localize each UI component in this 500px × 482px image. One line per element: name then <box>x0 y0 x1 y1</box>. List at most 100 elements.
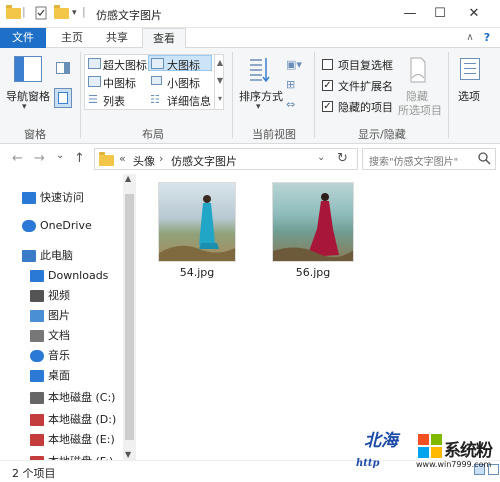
medium-icons-icon <box>88 76 101 87</box>
back-button[interactable]: ← <box>12 151 23 166</box>
drive-icon <box>30 434 44 446</box>
minimize-button[interactable]: — <box>394 0 426 28</box>
sidebar-item[interactable]: 本地磁盘 (D:) <box>0 410 123 430</box>
sidebar-item-label: 桌面 <box>48 369 70 382</box>
add-columns-icon[interactable]: ⊞ <box>286 78 295 91</box>
preview-pane-icon[interactable] <box>56 62 70 74</box>
ribbon: 导航窗格 ▾ 窗格 超大图标 大图标 中图标 小图标 ☰ 列表 ☷ 详细信息 ▲… <box>0 48 500 144</box>
layout-medium[interactable]: 中图标 <box>103 75 136 91</box>
picture-icon <box>30 310 44 322</box>
folder-icon <box>6 5 21 22</box>
sidebar-item-label: 本地磁盘 (F:) <box>48 452 113 460</box>
details-pane-icon[interactable] <box>54 88 72 108</box>
group-label-layout: 布局 <box>142 128 164 141</box>
layout-scroll[interactable]: ▲ ▼ ▾ <box>214 54 225 110</box>
sidebar-item[interactable]: 视频 <box>0 286 123 306</box>
collapse-ribbon-icon[interactable]: ∧ <box>464 28 476 48</box>
breadcrumb-headshot[interactable]: 头像 <box>133 153 155 169</box>
sort-by-button[interactable]: 排序方式 <box>239 88 283 104</box>
sidebar-item-label: 快速访问 <box>40 191 84 204</box>
layout-extra-large[interactable]: 超大图标 <box>103 57 147 73</box>
item-checkboxes-checkbox[interactable] <box>322 59 333 70</box>
up-button[interactable]: ↑ <box>74 151 85 166</box>
sidebar-item[interactable]: 本地磁盘 (C:) <box>0 388 123 408</box>
sidebar-item[interactable]: Downloads <box>0 266 123 286</box>
ribbon-tabs: 文件 主页 共享 查看 ∧ ? <box>0 28 500 49</box>
forward-button[interactable]: → <box>34 151 45 166</box>
windows-logo-icon <box>418 434 442 458</box>
new-folder-icon[interactable] <box>54 5 69 22</box>
search-input[interactable]: 搜索"仿感文字图片" <box>362 148 496 170</box>
sidebar-item[interactable]: 此电脑 <box>0 246 123 266</box>
hide-selected-icon[interactable] <box>408 56 428 84</box>
size-columns-icon[interactable]: ⇔ <box>286 98 295 111</box>
file-extensions-label: 文件扩展名 <box>338 80 393 93</box>
group-label-current-view: 当前视图 <box>252 128 296 141</box>
recent-locations-button[interactable]: ⌄ <box>56 150 64 161</box>
file-name: 54.jpg <box>179 266 215 279</box>
sidebar-item-label: 本地磁盘 (C:) <box>48 391 116 404</box>
breadcrumb-overflow[interactable]: « <box>119 152 126 165</box>
group-label-panes: 窗格 <box>24 128 46 141</box>
folder-icon <box>99 152 114 167</box>
document-icon <box>30 330 44 342</box>
tab-home[interactable]: 主页 <box>52 28 92 48</box>
divider <box>314 52 315 138</box>
hidden-items-label: 隐藏的项目 <box>338 101 393 114</box>
scroll-up-icon[interactable]: ▲ <box>125 174 131 183</box>
chevron-down-icon[interactable]: ▾ <box>256 102 261 112</box>
navigation-pane-button[interactable]: 导航窗格 <box>6 88 50 104</box>
maximize-button[interactable]: ☐ <box>424 0 456 28</box>
sidebar-item[interactable]: 图片 <box>0 306 123 326</box>
layout-large[interactable]: 大图标 <box>167 57 200 73</box>
hidden-items-checkbox[interactable]: ✓ <box>322 101 333 112</box>
group-by-icon[interactable]: ▣▾ <box>286 58 302 71</box>
large-icons-icon <box>151 58 164 69</box>
file-thumbnail <box>158 182 236 262</box>
nav-scroll-thumb[interactable] <box>125 194 134 440</box>
sidebar-item[interactable]: 音乐 <box>0 346 123 366</box>
sidebar-item-label: 视频 <box>48 289 70 302</box>
options-button[interactable]: 选项 <box>458 88 480 104</box>
file-item[interactable]: 54.jpg <box>154 182 240 282</box>
desktop-icon <box>30 370 44 382</box>
options-icon[interactable] <box>460 58 480 80</box>
chevron-down-icon[interactable]: ▾ <box>22 102 27 112</box>
tab-view[interactable]: 查看 <box>142 28 186 49</box>
sidebar-item-label: Downloads <box>48 269 109 282</box>
hide-selected-label-2[interactable]: 所选项目 <box>398 102 442 118</box>
tab-file[interactable]: 文件 <box>0 28 46 48</box>
file-item[interactable]: 56.jpg <box>268 182 358 282</box>
breadcrumb-current-folder[interactable]: 仿感文字图片 <box>171 153 237 169</box>
search-icon[interactable] <box>477 151 491 170</box>
close-button[interactable]: ✕ <box>458 0 490 28</box>
cloud-icon <box>22 220 36 232</box>
sort-icon[interactable] <box>248 56 270 83</box>
refresh-button[interactable]: ↻ <box>337 151 348 166</box>
layout-small[interactable]: 小图标 <box>167 75 200 91</box>
sidebar-item[interactable]: OneDrive <box>0 216 123 236</box>
tab-share[interactable]: 共享 <box>96 28 138 48</box>
sidebar-item[interactable]: 文档 <box>0 326 123 346</box>
address-bar[interactable]: « 头像 › 仿感文字图片 ⌄ ↻ <box>94 148 358 170</box>
address-dropdown-icon[interactable]: ⌄ <box>317 152 325 163</box>
scroll-down-icon[interactable]: ▼ <box>125 450 131 459</box>
sidebar-item[interactable]: 本地磁盘 (E:) <box>0 430 123 450</box>
quick-access-dropdown-icon[interactable]: ▾ <box>72 8 77 24</box>
navigation-pane-icon[interactable] <box>14 56 42 82</box>
divider <box>448 52 449 138</box>
file-extensions-checkbox[interactable]: ✓ <box>322 80 333 91</box>
sidebar-item[interactable]: 本地磁盘 (F:) <box>0 452 123 460</box>
extra-large-icons-icon <box>88 58 101 69</box>
sidebar-item[interactable]: 桌面 <box>0 366 123 386</box>
breadcrumb-separator[interactable]: › <box>159 152 163 165</box>
sidebar-item[interactable]: 快速访问 <box>0 188 123 208</box>
layout-details[interactable]: 详细信息 <box>167 93 211 109</box>
star-icon <box>22 192 36 204</box>
layout-list[interactable]: 列表 <box>103 93 125 109</box>
help-icon[interactable]: ? <box>480 28 494 48</box>
divider <box>80 52 81 138</box>
sidebar-item-label: 本地磁盘 (D:) <box>48 413 117 426</box>
properties-icon[interactable] <box>34 6 48 22</box>
watermark: 北海 http 系统粉 www.win7999.com <box>356 424 498 480</box>
